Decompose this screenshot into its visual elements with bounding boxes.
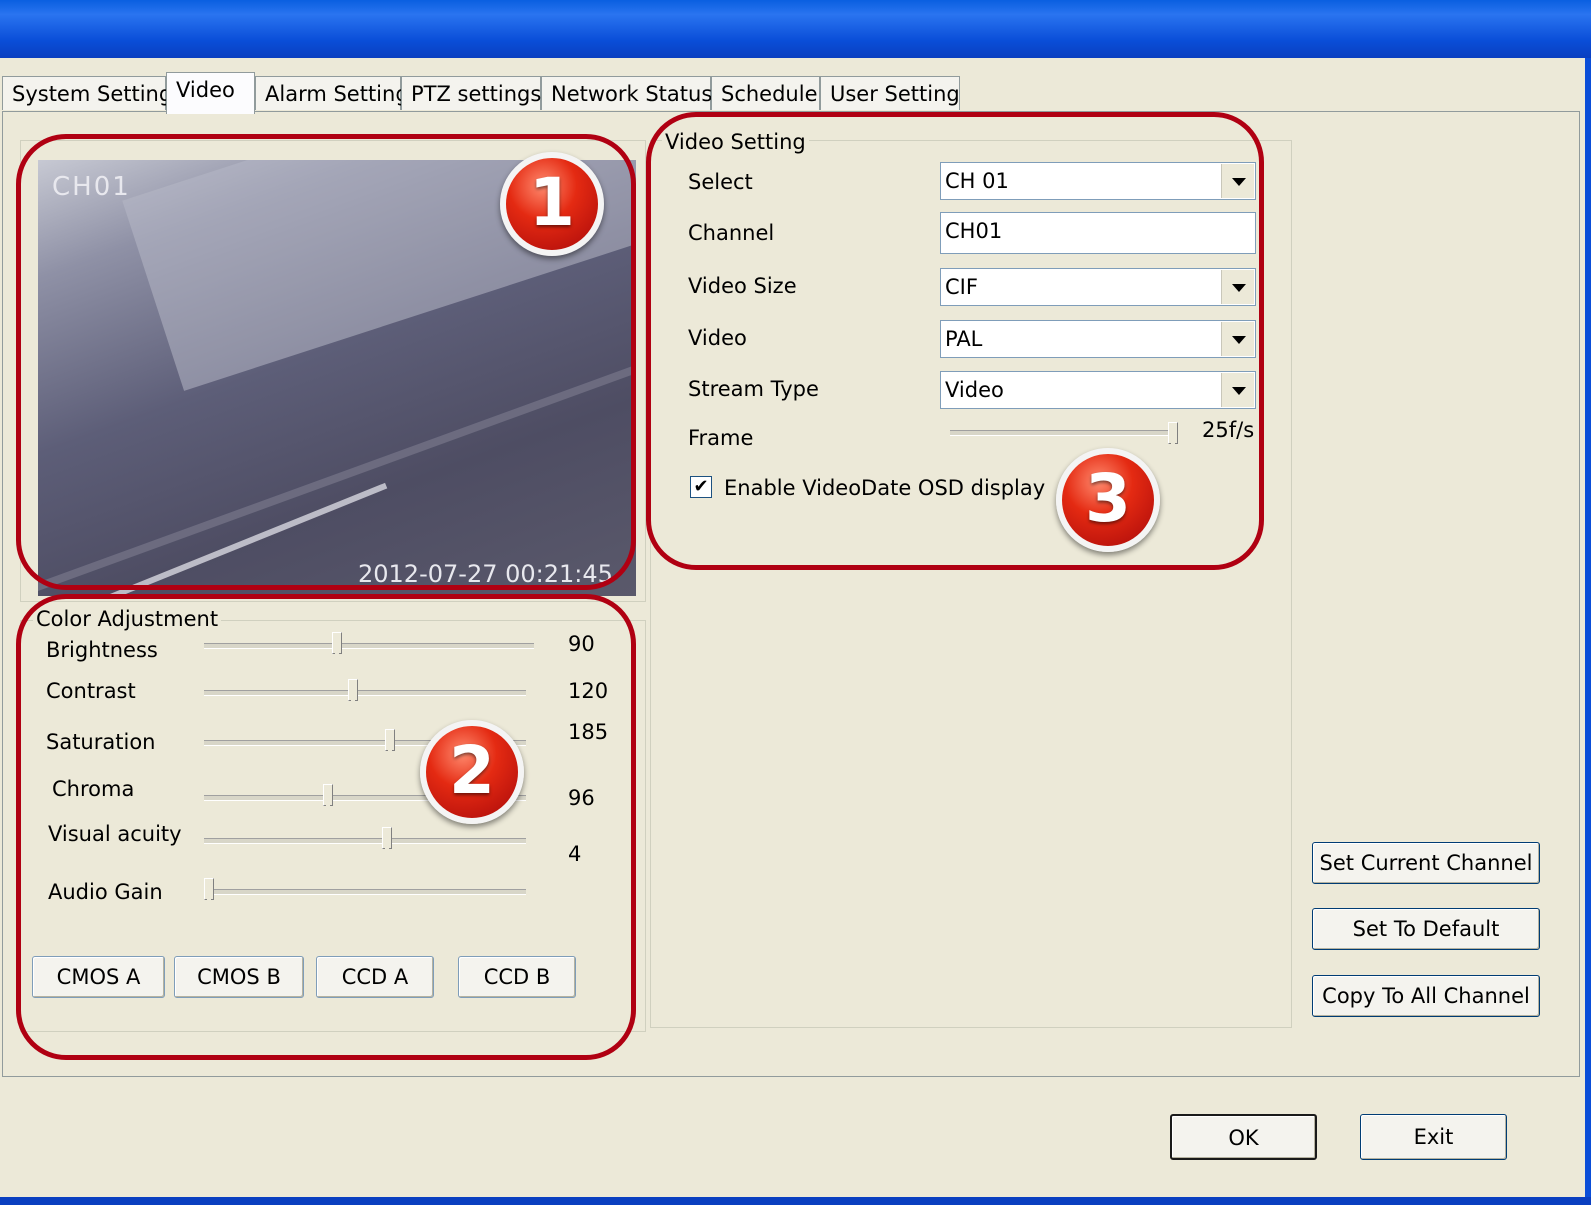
select-channel-value: CH 01 [945,169,1009,193]
osd-display-label: Enable VideoDate OSD display [724,476,1046,500]
audio-gain-slider-thumb[interactable] [204,878,214,905]
chevron-down-icon[interactable] [1221,322,1254,356]
window-right-border [1585,58,1591,1198]
tab-system-setting[interactable]: System Setting [2,76,172,110]
tab-network-status[interactable]: Network Status [541,76,712,110]
wall-rail [106,482,388,596]
annotation-badge-3: 3 [1056,448,1160,552]
ccd-b-button[interactable]: CCD B [458,956,576,998]
chevron-down-icon[interactable] [1221,270,1254,304]
color-adjustment-title: Color Adjustment [33,607,222,631]
visual-acuity-value: 4 [568,842,582,866]
osd-display-checkbox[interactable]: ✔ [690,476,712,498]
frame-slider-thumb[interactable] [1168,422,1178,449]
video-standard-value: PAL [945,327,983,351]
chroma-label: Chroma [52,777,135,801]
video-size-value: CIF [945,275,978,299]
exit-button[interactable]: Exit [1360,1114,1507,1160]
visual-acuity-slider-thumb[interactable] [381,827,392,854]
timestamp-osd-label: 2012-07-27 00:21:45 [358,560,613,588]
chevron-down-icon[interactable] [1221,373,1254,407]
annotation-badge-2: 2 [420,720,524,824]
tab-alarm-setting[interactable]: Alarm Setting [255,76,409,110]
contrast-label: Contrast [46,679,136,703]
video-size-combo[interactable]: CIF [940,268,1256,306]
audio-gain-slider-track[interactable] [204,889,526,895]
video-standard-label: Video [688,326,747,350]
contrast-slider-thumb[interactable] [347,679,358,706]
tab-schedule[interactable]: Schedule [711,76,820,110]
check-icon: ✔ [693,476,709,497]
cmos-a-button[interactable]: CMOS A [32,956,165,998]
set-current-channel-button[interactable]: Set Current Channel [1312,842,1540,884]
select-label: Select [688,170,753,194]
frame-value: 25f/s [1202,418,1255,442]
ok-button[interactable]: OK [1170,1114,1317,1160]
chroma-value: 96 [568,786,595,810]
channel-label: Channel [688,221,775,245]
audio-gain-label: Audio Gain [48,880,163,904]
stream-type-value: Video [945,378,1004,402]
frame-slider-track[interactable] [950,430,1178,436]
set-to-default-button[interactable]: Set To Default [1312,908,1540,950]
chevron-down-icon[interactable] [1221,164,1254,198]
window-bottom-border [0,1197,1591,1205]
contrast-slider-track[interactable] [204,690,526,696]
contrast-value: 120 [568,679,609,703]
stream-type-label: Stream Type [688,377,819,401]
video-setting-title: Video Setting [662,130,809,154]
annotation-badge-1: 1 [500,152,604,256]
copy-to-all-channel-button[interactable]: Copy To All Channel [1312,975,1540,1017]
video-size-label: Video Size [688,274,797,298]
tab-user-setting[interactable]: User Setting [820,76,960,110]
cmos-b-button[interactable]: CMOS B [174,956,304,998]
brightness-slider-thumb[interactable] [332,632,342,659]
ccd-a-button[interactable]: CCD A [316,956,434,998]
channel-osd-label: CH01 [52,172,131,202]
brightness-value: 90 [568,632,595,656]
saturation-label: Saturation [46,730,156,754]
select-channel-combo[interactable]: CH 01 [940,162,1256,200]
channel-name-value: CH01 [945,219,1003,243]
tab-ptz-settings[interactable]: PTZ settings [401,76,541,110]
brightness-slider-track[interactable] [204,643,534,649]
visual-acuity-label: Visual acuity [48,822,182,846]
video-standard-combo[interactable]: PAL [940,320,1256,358]
wall-ledge [38,343,636,596]
saturation-slider-thumb[interactable] [384,729,395,756]
stream-type-combo[interactable]: Video [940,371,1256,409]
chroma-slider-thumb[interactable] [322,784,333,811]
frame-label: Frame [688,426,754,450]
window-title-bar [0,0,1591,58]
saturation-value: 185 [568,720,609,744]
tab-video[interactable]: Video [166,72,255,114]
visual-acuity-slider-track[interactable] [204,838,526,844]
brightness-label: Brightness [46,638,158,662]
channel-name-input[interactable]: CH01 [940,212,1256,254]
